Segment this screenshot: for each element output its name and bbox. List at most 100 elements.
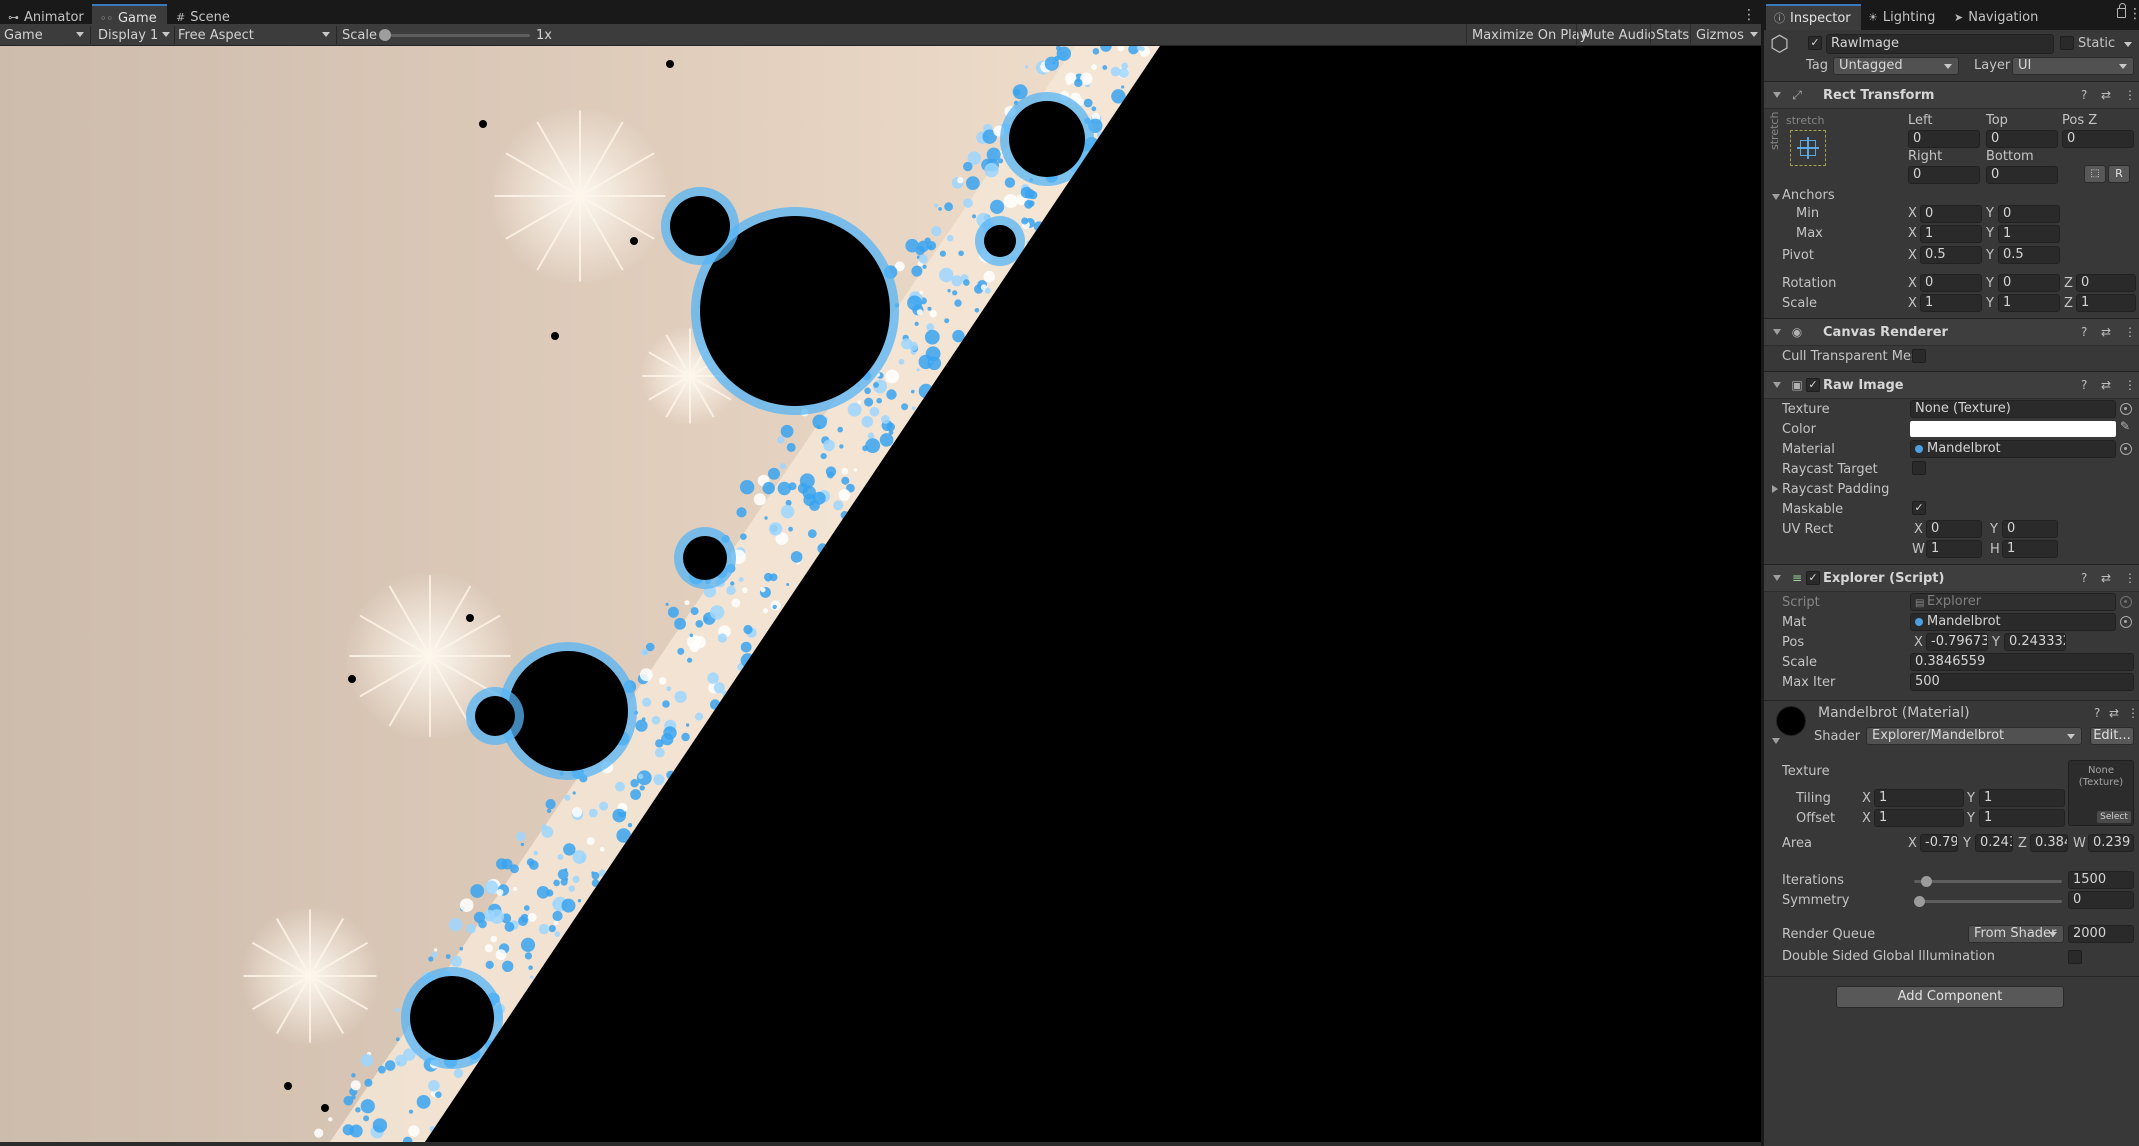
lock-icon[interactable]: [2117, 3, 2126, 18]
scale-slider-track[interactable]: [384, 34, 530, 37]
shader-dropdown[interactable]: Explorer/Mandelbrot: [1866, 727, 2082, 745]
pivot-x-field[interactable]: 0.5: [1920, 246, 1982, 264]
scale-z-field[interactable]: 1: [2076, 294, 2136, 312]
help-icon[interactable]: ?: [2081, 325, 2087, 339]
area-w-field[interactable]: 0.239: [2088, 834, 2134, 852]
blueprint-mode-button[interactable]: ⬚: [2084, 165, 2106, 183]
anchor-max-y-field[interactable]: 1: [1998, 225, 2060, 243]
cull-transparent-checkbox[interactable]: [1912, 349, 1926, 363]
tab-navigation[interactable]: ➤ Navigation: [1946, 4, 2048, 30]
foldout-arrow-icon[interactable]: [1773, 329, 1781, 335]
uv-y-field[interactable]: 0: [2002, 520, 2058, 538]
raycast-padding-foldout-icon[interactable]: [1772, 485, 1778, 493]
component-menu-icon[interactable]: ⋮: [2124, 571, 2136, 585]
foldout-arrow-icon[interactable]: [1773, 92, 1781, 98]
anchor-min-y-field[interactable]: 0: [1998, 205, 2060, 223]
foldout-arrow-icon[interactable]: [1773, 575, 1781, 581]
rotation-z-field[interactable]: 0: [2076, 274, 2136, 292]
active-toggle[interactable]: ✓: [1808, 36, 1822, 50]
gizmos-dropdown[interactable]: Gizmos: [1690, 24, 1764, 46]
tiling-x-field[interactable]: 1: [1874, 789, 1964, 807]
preset-icon[interactable]: ⇄: [2109, 706, 2119, 720]
tiling-y-field[interactable]: 1: [1979, 789, 2065, 807]
object-name-field[interactable]: RawImage: [1826, 34, 2054, 54]
raw-image-enabled-toggle[interactable]: ✓: [1806, 378, 1820, 392]
material-foldout-icon[interactable]: [1772, 738, 1780, 744]
symmetry-slider-track[interactable]: [1914, 900, 2062, 903]
rotation-y-field[interactable]: 0: [1998, 274, 2060, 292]
canvas-renderer-header[interactable]: ◉ Canvas Renderer ? ⇄ ⋮: [1764, 318, 2139, 346]
iterations-slider-track[interactable]: [1914, 880, 2062, 883]
preset-icon[interactable]: ⇄: [2101, 378, 2111, 392]
area-z-field[interactable]: 0.384: [2030, 834, 2068, 852]
left-field[interactable]: 0: [1908, 130, 1980, 148]
rotation-x-field[interactable]: 0: [1920, 274, 1982, 292]
scale-slider-handle[interactable]: [379, 29, 391, 41]
game-viewport[interactable]: [0, 46, 1761, 1142]
object-picker-icon[interactable]: [2120, 443, 2132, 455]
rect-transform-header[interactable]: ⤢ Rect Transform ? ⇄ ⋮: [1764, 81, 2139, 109]
raw-image-header[interactable]: ▣ ✓ Raw Image ? ⇄ ⋮: [1764, 371, 2139, 399]
explorer-scale-field[interactable]: 0.3846559: [1910, 653, 2134, 671]
chevron-down-icon[interactable]: [2124, 42, 2132, 47]
offset-x-field[interactable]: 1: [1874, 809, 1964, 827]
component-menu-icon[interactable]: ⋮: [2124, 325, 2136, 339]
inspector-menu-icon[interactable]: ⋮: [2128, 6, 2139, 22]
component-menu-icon[interactable]: ⋮: [2124, 378, 2136, 392]
preset-icon[interactable]: ⇄: [2101, 571, 2111, 585]
scale-y-field[interactable]: 1: [1998, 294, 2060, 312]
color-swatch[interactable]: [1910, 421, 2116, 437]
pos-y-field[interactable]: 0.243332: [2004, 633, 2066, 651]
foldout-arrow-icon[interactable]: [1773, 382, 1781, 388]
material-field[interactable]: Mandelbrot: [1910, 440, 2116, 458]
anchor-min-x-field[interactable]: 0: [1920, 205, 1982, 223]
right-field[interactable]: 0: [1908, 166, 1980, 184]
anchor-preset-button[interactable]: [1790, 130, 1826, 166]
iterations-field[interactable]: 1500: [2068, 871, 2134, 889]
component-menu-icon[interactable]: ⋮: [2127, 706, 2139, 720]
uv-h-field[interactable]: 1: [2002, 540, 2058, 558]
tag-dropdown[interactable]: Untagged: [1833, 57, 1959, 75]
layer-dropdown[interactable]: UI: [2012, 57, 2134, 75]
raycast-target-checkbox[interactable]: [1912, 461, 1926, 475]
texture-field[interactable]: None (Texture): [1910, 400, 2116, 418]
pos-x-field[interactable]: -0.79673: [1926, 633, 1988, 651]
eyedropper-icon[interactable]: ✎: [2120, 419, 2130, 433]
render-queue-dropdown[interactable]: From Shader: [1968, 925, 2064, 943]
iterations-slider-handle[interactable]: [1920, 876, 1932, 887]
mat-field[interactable]: Mandelbrot: [1910, 613, 2116, 631]
mute-audio-button[interactable]: Mute Audio: [1576, 24, 1661, 46]
game-menu-icon[interactable]: ⋮: [1742, 7, 1756, 23]
texture-select-button[interactable]: Select: [2097, 811, 2131, 823]
add-component-button[interactable]: Add Component: [1836, 986, 2064, 1008]
help-icon[interactable]: ?: [2081, 571, 2087, 585]
object-picker-icon[interactable]: [2120, 616, 2132, 628]
preset-icon[interactable]: ⇄: [2101, 88, 2111, 102]
render-queue-field[interactable]: 2000: [2068, 925, 2134, 943]
raw-edit-button[interactable]: R: [2108, 165, 2130, 183]
preset-icon[interactable]: ⇄: [2101, 325, 2111, 339]
posz-field[interactable]: 0: [2062, 130, 2134, 148]
edit-shader-button[interactable]: Edit...: [2090, 727, 2134, 745]
max-iter-field[interactable]: 500: [1910, 673, 2134, 691]
bottom-field[interactable]: 0: [1986, 166, 2058, 184]
uv-w-field[interactable]: 1: [1926, 540, 1982, 558]
symmetry-field[interactable]: 0: [2068, 891, 2134, 909]
top-field[interactable]: 0: [1986, 130, 2058, 148]
game-mode-dropdown[interactable]: Game: [0, 24, 88, 46]
tab-lighting[interactable]: ☀ Lighting: [1860, 4, 1945, 30]
scale-x-field[interactable]: 1: [1920, 294, 1982, 312]
stats-button[interactable]: Stats: [1650, 24, 1694, 46]
anchors-foldout-icon[interactable]: [1772, 194, 1780, 200]
display-dropdown[interactable]: Display 1: [94, 24, 174, 46]
uv-x-field[interactable]: 0: [1926, 520, 1982, 538]
explorer-enabled-toggle[interactable]: ✓: [1806, 571, 1820, 585]
texture-slot[interactable]: None (Texture) Select: [2068, 760, 2134, 826]
area-y-field[interactable]: 0.243: [1975, 834, 2013, 852]
area-x-field[interactable]: -0.796: [1920, 834, 1958, 852]
offset-y-field[interactable]: 1: [1979, 809, 2065, 827]
tab-inspector[interactable]: ⓘ Inspector: [1766, 4, 1861, 30]
dsgi-checkbox[interactable]: [2068, 950, 2082, 964]
pivot-y-field[interactable]: 0.5: [1998, 246, 2060, 264]
help-icon[interactable]: ?: [2094, 706, 2100, 720]
